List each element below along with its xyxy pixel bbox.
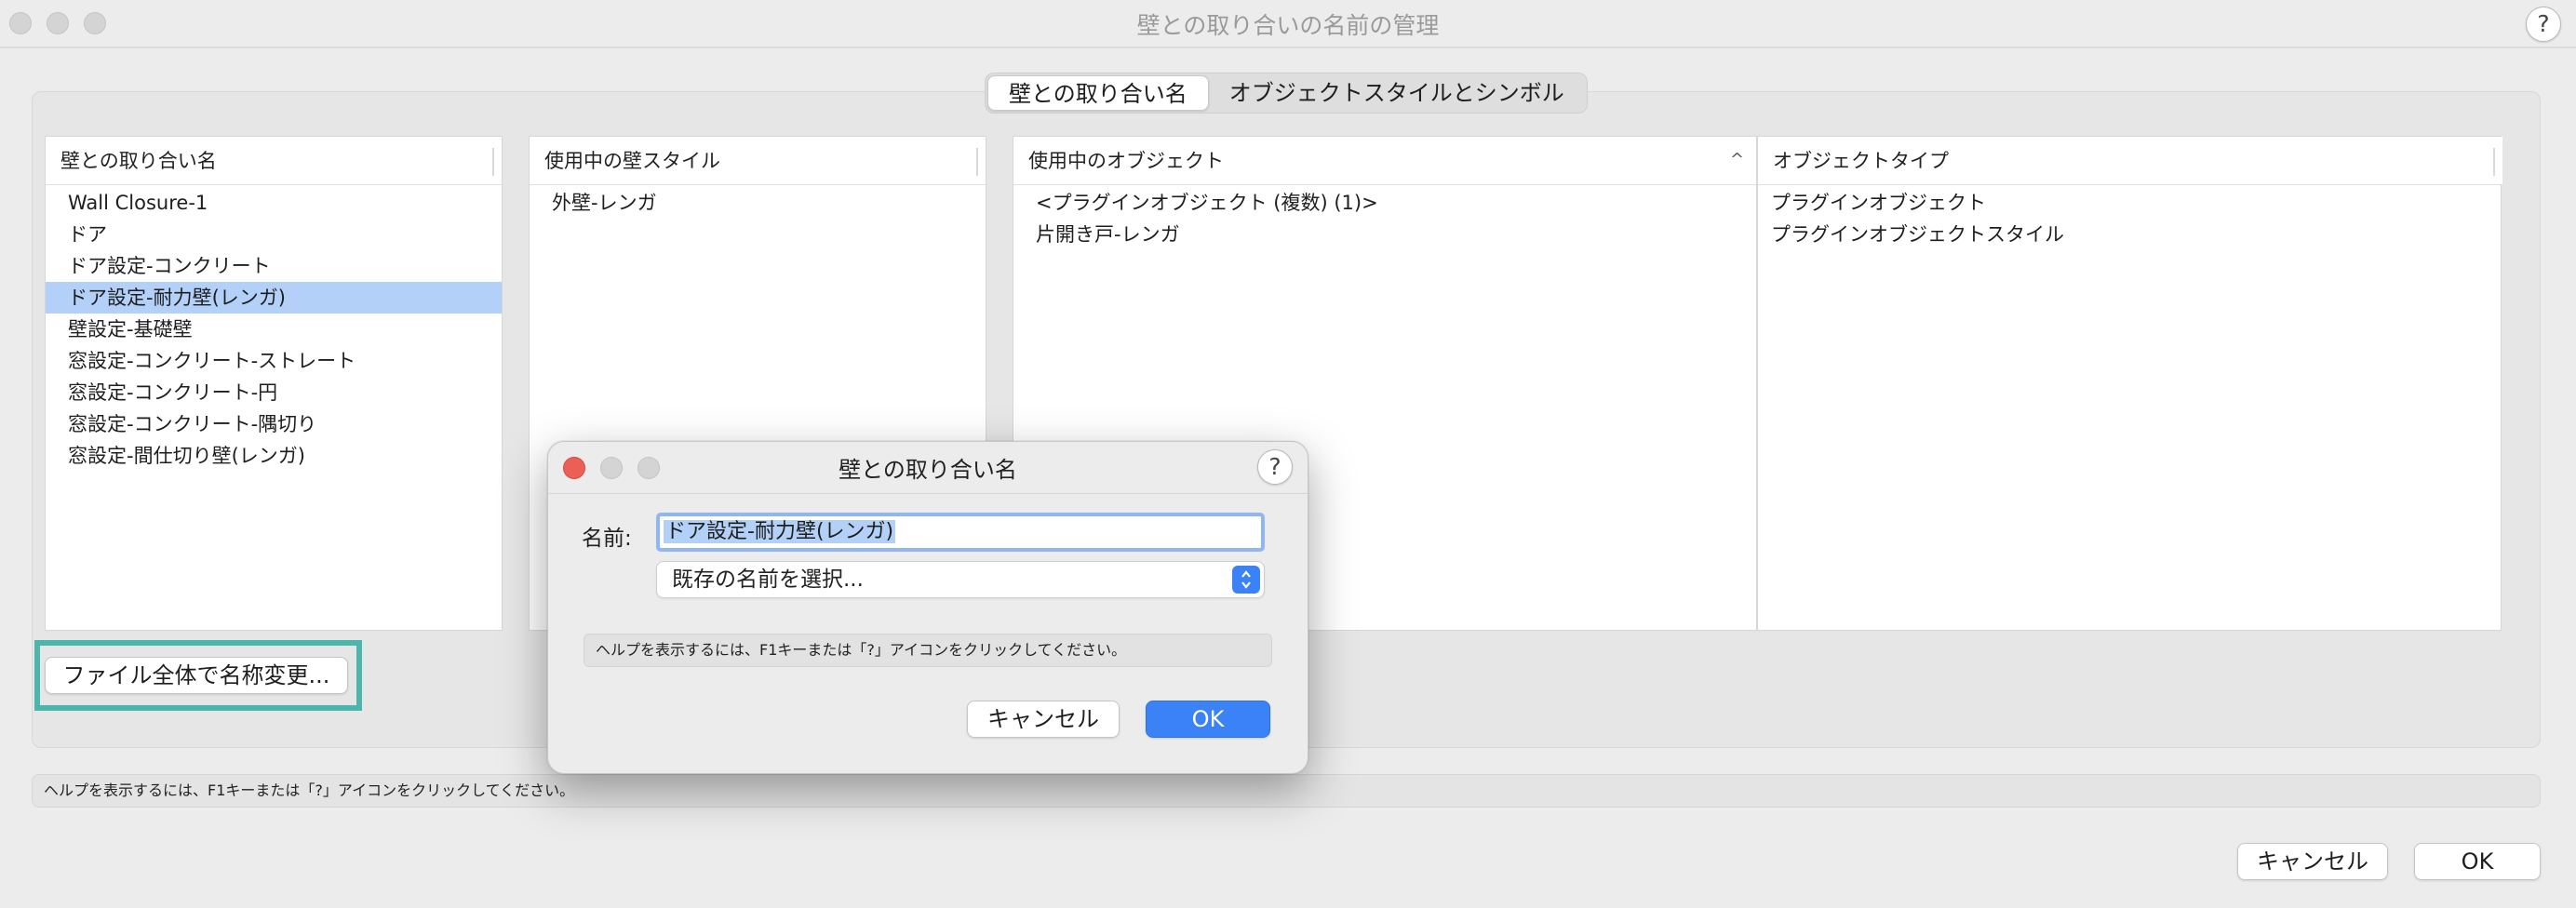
table-row[interactable]: <プラグインオブジェクト (複数) (1)> プラグインオブジェクト	[1013, 187, 2501, 219]
closure-names-header[interactable]: 壁との取り合い名	[46, 137, 502, 185]
wall-styles-header[interactable]: 使用中の壁スタイル	[530, 137, 986, 185]
table-row[interactable]: 片開き戸-レンガ プラグインオブジェクトスタイル	[1013, 219, 2501, 250]
chevron-up-down-icon	[1232, 566, 1260, 594]
cancel-button[interactable]: キャンセル	[2237, 843, 2388, 880]
tab-bar: 壁との取り合い名 オブジェクトスタイルとシンボル	[985, 73, 1588, 114]
table-cell: <プラグインオブジェクト (複数) (1)>	[1036, 192, 1378, 214]
list-item[interactable]: 外壁-レンガ	[530, 187, 986, 219]
list-item[interactable]: 窓設定-間仕切り壁(レンガ)	[46, 440, 502, 472]
closure-name-dialog: 壁との取り合い名 ? 名前: ドア設定-耐力壁(レンガ) 既存の名前を選択...…	[547, 441, 1308, 774]
dialog-title: 壁との取り合い名	[839, 457, 1017, 483]
list-item[interactable]: 壁設定-基礎壁	[46, 314, 502, 345]
window-title: 壁との取り合いの名前の管理	[1136, 12, 1440, 39]
name-input-value: ドア設定-耐力壁(レンガ)	[664, 520, 896, 543]
help-icon[interactable]: ?	[2526, 7, 2561, 42]
name-input[interactable]: ドア設定-耐力壁(レンガ)	[656, 513, 1265, 552]
table-cell: プラグインオブジェクト	[1771, 192, 1986, 214]
list-item-selected[interactable]: ドア設定-耐力壁(レンガ)	[46, 282, 502, 314]
help-icon[interactable]: ?	[1257, 449, 1293, 485]
list-item[interactable]: 窓設定-コンクリート-ストレート	[46, 345, 502, 377]
object-type-column-header[interactable]: オブジェクトタイプ	[1758, 137, 2502, 185]
column-separator	[2493, 148, 2495, 176]
sort-ascending-icon[interactable]: ^	[1730, 150, 1744, 169]
dialog-ok-button[interactable]: OK	[1146, 701, 1270, 738]
table-cell: プラグインオブジェクトスタイル	[1771, 223, 2064, 246]
ok-button[interactable]: OK	[2414, 843, 2541, 880]
table-cell: 片開き戸-レンガ	[1036, 223, 1180, 246]
tab-closure-names[interactable]: 壁との取り合い名	[987, 75, 1209, 111]
list-item[interactable]: Wall Closure-1	[46, 187, 502, 219]
existing-name-select[interactable]: 既存の名前を選択...	[656, 561, 1265, 598]
list-item[interactable]: ドア設定-コンクリート	[46, 250, 502, 282]
tab-object-styles-symbols[interactable]: オブジェクトスタイルとシンボル	[1209, 75, 1585, 111]
closure-names-list[interactable]: 壁との取り合い名 Wall Closure-1 ドア ドア設定-コンクリート ド…	[45, 136, 503, 631]
list-item[interactable]: 窓設定-コンクリート-隅切り	[46, 408, 502, 440]
objects-column-header[interactable]: 使用中のオブジェクト	[1013, 137, 1758, 185]
list-item[interactable]: 窓設定-コンクリート-円	[46, 377, 502, 408]
window-titlebar: 壁との取り合いの名前の管理 ?	[0, 0, 2576, 48]
status-help-text: ヘルプを表示するには、F1キーまたは「?」アイコンをクリックしてください。	[32, 774, 2541, 808]
column-separator	[976, 148, 978, 176]
column-separator	[492, 148, 494, 176]
dialog-help-text: ヘルプを表示するには、F1キーまたは「?」アイコンをクリックしてください。	[584, 634, 1272, 667]
dialog-titlebar: 壁との取り合い名 ?	[548, 442, 1308, 494]
select-value: 既存の名前を選択...	[672, 568, 864, 592]
rename-in-file-button[interactable]: ファイル全体で名称変更...	[45, 657, 348, 694]
list-item[interactable]: ドア	[46, 219, 502, 250]
dialog-cancel-button[interactable]: キャンセル	[967, 701, 1120, 738]
name-label: 名前:	[582, 527, 632, 551]
